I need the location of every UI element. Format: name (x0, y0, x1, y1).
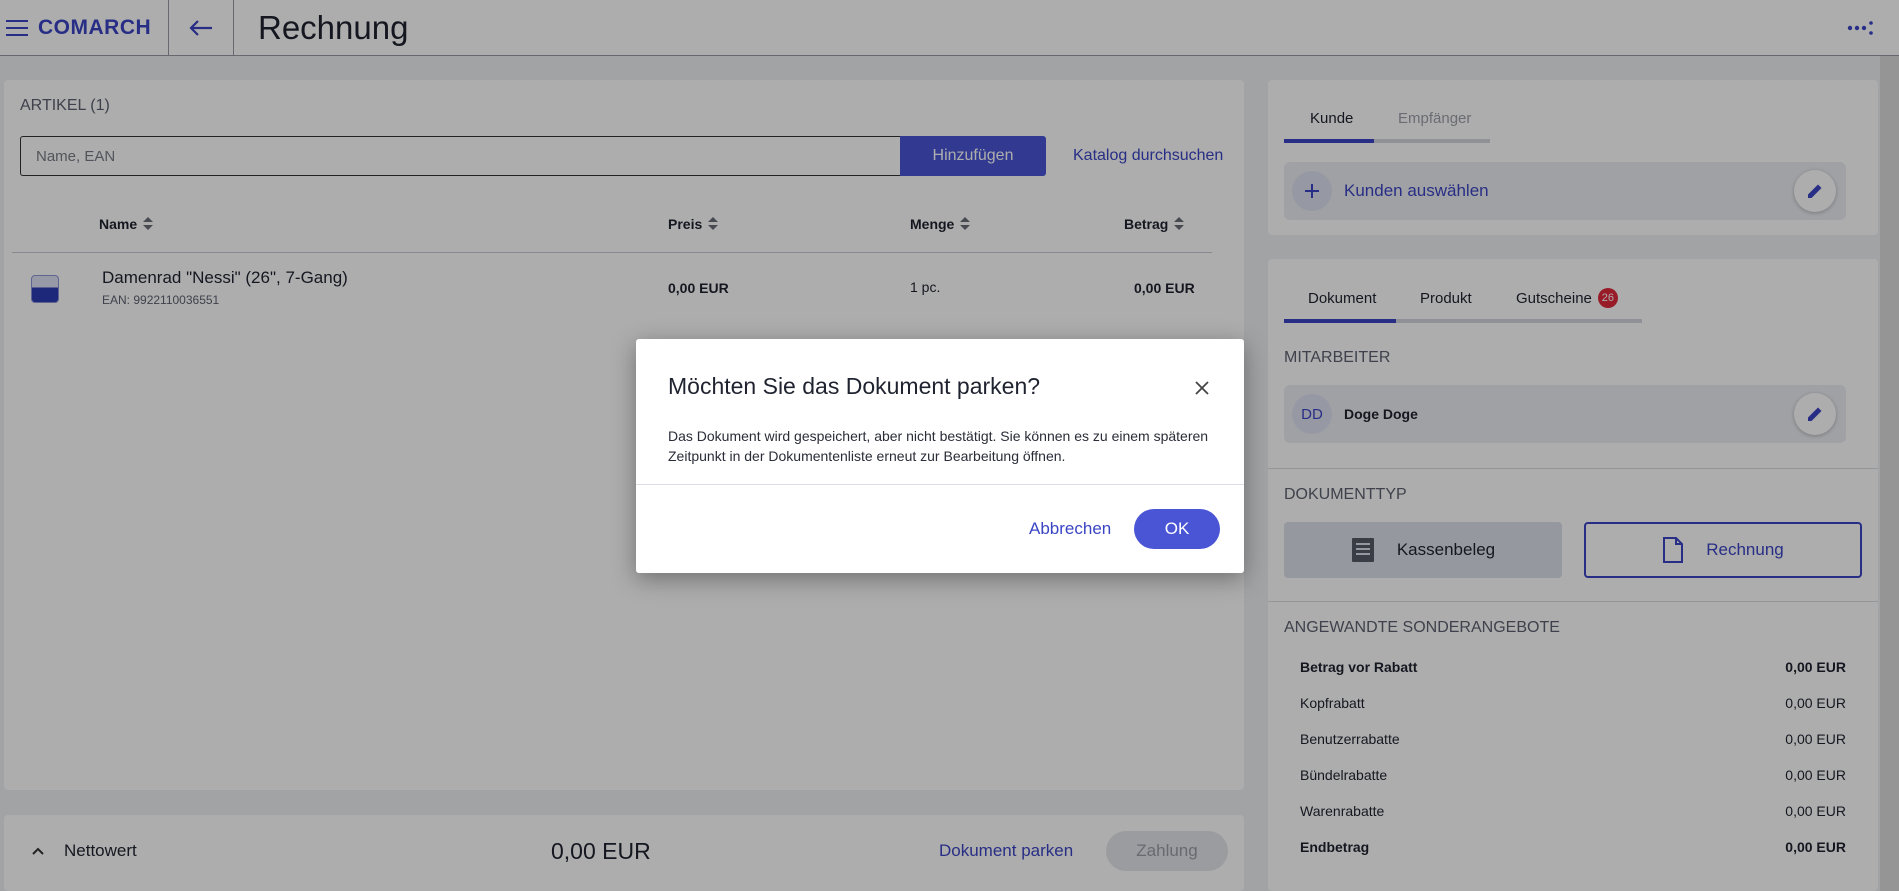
close-button[interactable] (1190, 376, 1214, 400)
close-icon (1195, 381, 1209, 395)
cancel-button[interactable]: Abbrechen (1029, 519, 1111, 539)
dialog-title: Möchten Sie das Dokument parken? (668, 373, 1041, 399)
ok-button[interactable]: OK (1134, 509, 1220, 549)
dialog-divider (636, 484, 1244, 485)
dialog-message: Das Dokument wird gespeichert, aber nich… (668, 428, 1209, 464)
park-document-dialog: Möchten Sie das Dokument parken? Das Dok… (636, 339, 1244, 573)
